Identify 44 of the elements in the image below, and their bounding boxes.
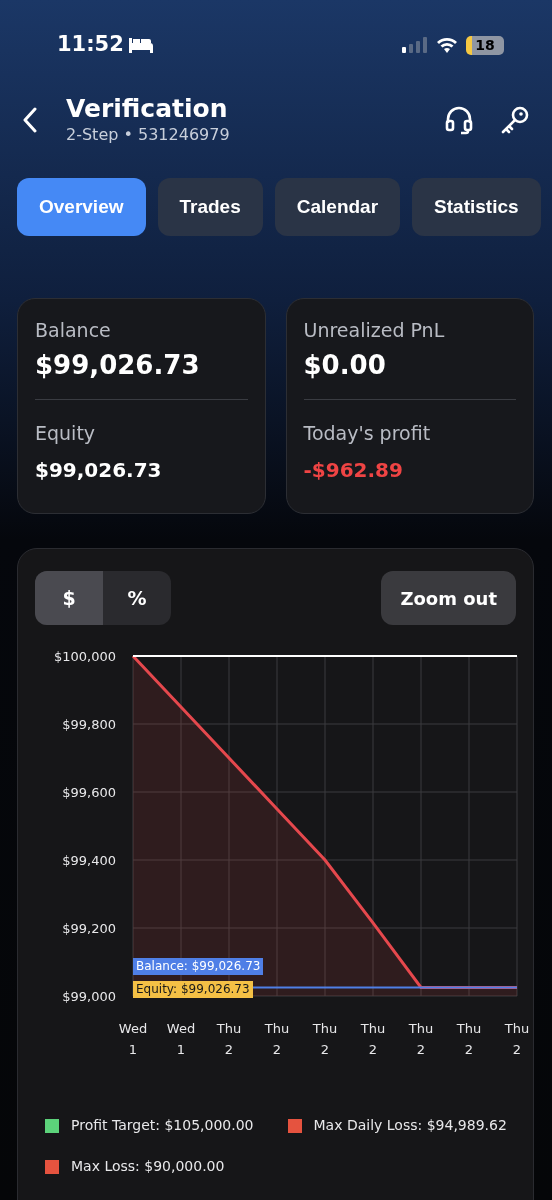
stat-label: Unrealized PnL: [303, 318, 446, 343]
bed-icon: [127, 36, 154, 54]
status-time: 11:52: [57, 31, 124, 59]
legend-label: Max Loss: $90,000.00: [71, 1157, 225, 1176]
key-icon[interactable]: [500, 105, 530, 135]
legend-label: Profit Target: $105,000.00: [71, 1116, 254, 1135]
page-subtitle: 2-Step • 531246979: [66, 124, 230, 146]
stat-label: Equity: [35, 421, 97, 446]
unit-option[interactable]: %: [103, 571, 171, 625]
battery-level: 18: [475, 35, 495, 55]
y-axis-label: $100,000: [53, 649, 116, 664]
unit-option[interactable]: $: [35, 571, 103, 625]
y-axis-label: $99,800: [62, 717, 116, 732]
y-axis-label: $99,600: [62, 785, 116, 800]
x-axis-label: Thu 2: [216, 1021, 242, 1057]
headset-icon[interactable]: [444, 105, 474, 135]
value-tag: Equity: $99,026.73: [133, 981, 253, 998]
back-icon[interactable]: [22, 107, 38, 133]
x-axis-label: Thu 2: [408, 1021, 434, 1057]
x-axis-label: Thu 2: [504, 1021, 530, 1057]
x-axis-label: Wed 1: [118, 1021, 148, 1057]
y-axis-label: $99,000: [62, 989, 116, 1004]
zoom-out-button[interactable]: Zoom out: [381, 571, 516, 625]
stat-value: $99,026.73: [35, 349, 201, 381]
stat-value: $99,026.73: [35, 457, 163, 484]
stat-label: Balance: [35, 318, 112, 343]
legend-label: Max Daily Loss: $94,989.62: [313, 1116, 507, 1135]
signal-icon: [402, 37, 428, 53]
y-axis-label: $99,200: [62, 921, 116, 936]
stat-label: Today's profit: [303, 421, 432, 446]
tab[interactable]: Calendar: [274, 178, 401, 236]
value-tag: Balance: $99,026.73: [133, 958, 264, 975]
wifi-icon: [436, 37, 458, 53]
stat-value: -$962.89: [303, 457, 404, 484]
x-axis-label: Thu 2: [360, 1021, 386, 1057]
x-axis-label: Wed 1: [166, 1021, 196, 1057]
y-axis-label: $99,400: [62, 853, 116, 868]
x-axis-label: Thu 2: [312, 1021, 338, 1057]
page-title: Verification: [66, 94, 229, 124]
stat-value: $0.00: [303, 349, 387, 381]
x-axis-label: Thu 2: [456, 1021, 482, 1057]
tab[interactable]: Trades: [157, 178, 263, 236]
tab[interactable]: Statistics: [412, 178, 541, 236]
x-axis-label: Thu 2: [264, 1021, 290, 1057]
